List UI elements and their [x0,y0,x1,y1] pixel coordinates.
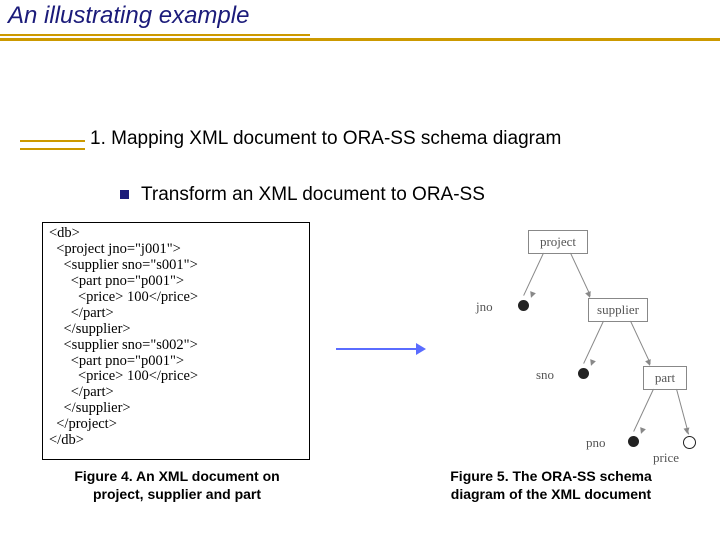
edge-project-jno [523,253,544,296]
attr-jno-dot [518,300,529,311]
arrowhead-icon [528,291,536,299]
arrowhead-icon [638,427,646,435]
section-number: 1. [90,128,106,149]
label-price: price [653,450,679,466]
title-underline-short [0,34,310,36]
xml-code-box: <db> <project jno="j001"> <supplier sno=… [42,222,310,460]
edge-supplier-sno [583,321,604,364]
label-pno: pno [586,435,606,451]
edge-project-supplier [570,253,591,296]
node-project: project [528,230,588,254]
title-underline [0,38,720,41]
figure4-caption: Figure 4. An XML document on project, su… [48,468,306,503]
figure5-caption: Figure 5. The ORA-SS schema diagram of t… [422,468,680,503]
section-heading: 1. Mapping XML document to ORA-SS schema… [90,128,561,150]
section-text: Mapping XML document to ORA-SS schema di… [111,128,561,149]
ora-ss-diagram: project jno supplier sno part pno price [438,225,693,460]
arrowhead-icon [588,359,596,367]
edge-part-pno [633,389,654,432]
bullet-text: Transform an XML document to ORA-SS [141,184,485,205]
slide: An illustrating example 1. Mapping XML d… [0,0,720,540]
label-sno: sno [536,367,554,383]
section-accent-lines [20,140,85,162]
square-bullet-icon [120,190,129,199]
arrow-right-icon [336,342,426,356]
slide-title: An illustrating example [8,2,249,30]
attr-pno-dot [628,436,639,447]
attr-price-dot [683,436,696,449]
label-jno: jno [476,299,493,315]
node-supplier: supplier [588,298,648,322]
edge-supplier-part [630,321,651,364]
arrowhead-icon [684,428,691,435]
attr-sno-dot [578,368,589,379]
bullet-line: Transform an XML document to ORA-SS [120,184,485,206]
node-part: part [643,366,687,390]
